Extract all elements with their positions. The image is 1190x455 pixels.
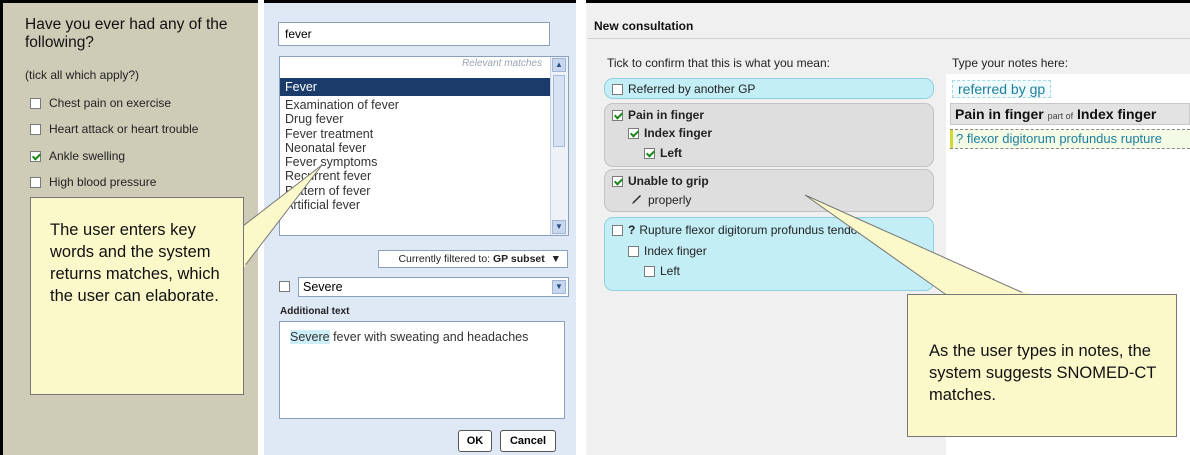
callout-left: The user enters key words and the system… [30,197,244,395]
callout-left-pointer [242,164,323,270]
callout-right-pointer [804,194,1031,297]
callout-right: As the user types in notes, the system s… [907,294,1177,437]
